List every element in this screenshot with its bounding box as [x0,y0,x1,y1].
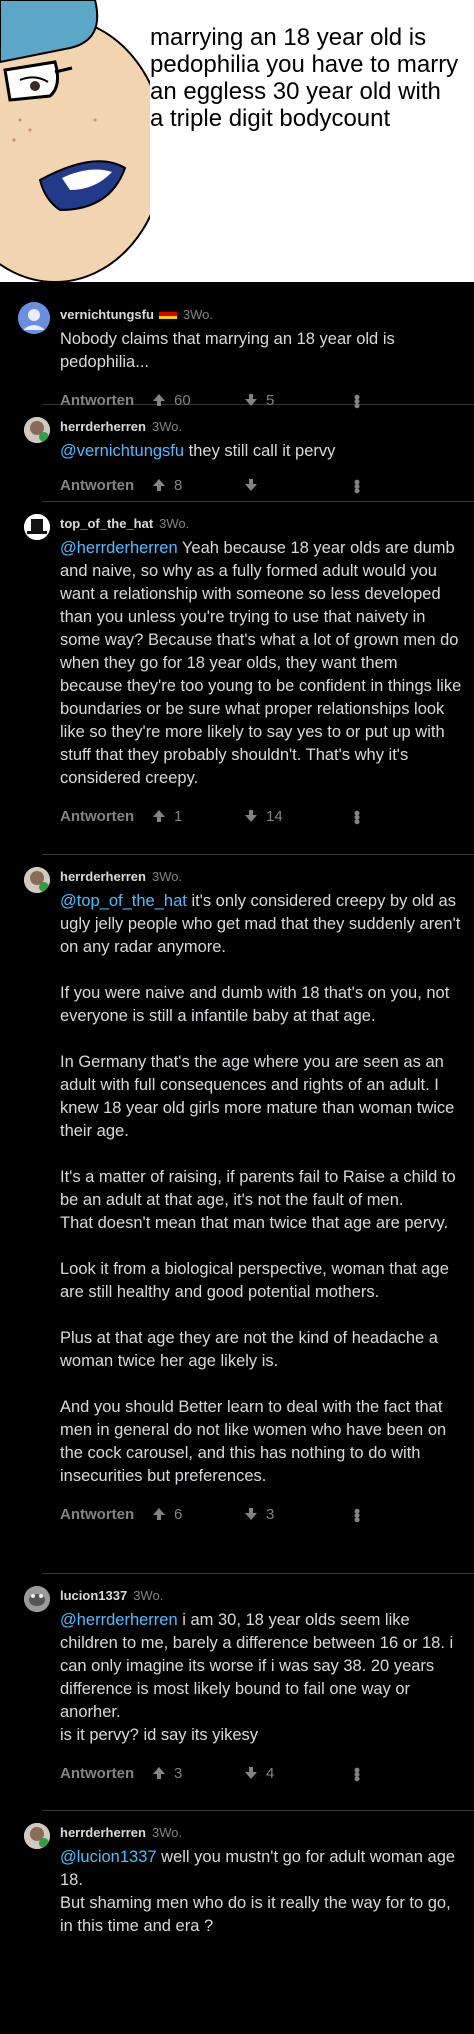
reply-button[interactable]: Antworten [60,1765,152,1782]
downvote-button[interactable]: 4 [244,1765,336,1782]
username[interactable]: herrderherren [60,869,146,884]
upvote-button[interactable]: 3 [152,1765,244,1782]
avatar[interactable] [24,417,50,443]
reply-button[interactable]: Antworten [60,477,152,494]
username[interactable]: lucion1337 [60,1588,127,1603]
timestamp: 3Wo. [151,418,183,434]
downvote-count: 14 [266,807,283,825]
comment-text: i am 30, 18 year olds seem like children… [60,1611,454,1744]
comment: lucion1337 3Wo. @herrderherren i am 30, … [0,1574,474,1810]
more-options-icon[interactable]: ••• [346,1508,367,1521]
comment-text: it's only considered creepy by old as ug… [60,892,461,1485]
wojak-face-illustration [0,0,150,282]
arrow-down-icon [245,810,257,822]
upvote-count: 6 [174,1505,183,1523]
avatar[interactable] [24,514,50,540]
more-options-icon[interactable]: ••• [346,1767,367,1780]
more-options-icon[interactable]: ••• [346,479,367,492]
arrow-up-icon [153,810,165,822]
default-avatar-icon [18,302,50,334]
reply-button[interactable]: Antworten [60,1506,152,1523]
comment: herrderherren 3Wo. @top_of_the_hat it's … [0,855,474,1573]
downvote-button[interactable]: 14 [244,808,336,825]
comment-body: @herrderherren i am 30, 18 year olds see… [60,1609,462,1747]
upvote-count: 3 [174,1764,183,1782]
more-options-icon[interactable]: ••• [346,810,367,823]
timestamp: 3Wo. [182,306,214,322]
downvote-count: 3 [266,1505,275,1523]
comment: herrderherren 3Wo. @vernichtungsfu they … [0,405,474,501]
comment-body: @vernichtungsfu they still call it pervy [60,440,462,463]
arrow-up-icon [153,1767,165,1779]
comment-actions: Antworten 6 3 ••• [60,1494,462,1534]
downvote-button[interactable]: 3 [244,1506,336,1523]
comment-meta: lucion1337 3Wo. [60,1583,462,1607]
comment-body: Nobody claims that marrying an 18 year o… [60,328,462,374]
top-hat-icon [24,514,50,540]
upvote-count: 1 [174,807,183,825]
drawn-avatar-icon [24,867,50,893]
comment-body: @top_of_the_hat it's only considered cre… [60,890,462,1488]
reply-button[interactable]: Antworten [60,808,152,825]
username[interactable]: vernichtungsfu [60,307,154,322]
arrow-up-icon [153,1508,165,1520]
user-mention-link[interactable]: @herrderherren [60,1611,178,1629]
comment-body: @lucion1337 well you mustn't go for adul… [60,1846,462,1938]
comment-actions: Antworten 3 4 ••• [60,1753,462,1793]
downvote-button[interactable] [244,478,336,492]
downvote-count: 4 [266,1764,275,1782]
timestamp: 3Wo. [133,1587,164,1603]
upvote-button[interactable]: 1 [152,808,244,825]
comment: top_of_the_hat 3Wo. @herrderherren Yeah … [0,502,474,854]
upvote-button[interactable]: 8 [152,477,244,494]
comment-meta: herrderherren 3Wo. [60,1820,462,1844]
drawn-avatar-icon [24,1823,50,1849]
photo-avatar-icon [24,1586,50,1612]
comment-meta: vernichtungsfu 3Wo. [60,302,462,326]
timestamp: 3Wo. [151,1824,183,1840]
timestamp: 3Wo. [151,868,183,884]
comment-meta: herrderherren 3Wo. [60,414,462,438]
arrow-down-icon [245,1508,257,1520]
comment-text: they still call it pervy [184,442,336,460]
comment-text: Nobody claims that marrying an 18 year o… [60,330,400,371]
timestamp: 3Wo. [159,515,190,531]
comment-meta: herrderherren 3Wo. [60,864,462,888]
user-mention-link[interactable]: @vernichtungsfu [60,442,184,460]
upvote-count: 8 [174,476,183,494]
comment-actions: Antworten 8 ••• [60,465,462,505]
user-mention-link[interactable]: @top_of_the_hat [60,892,187,910]
meme-image: marrying an 18 year old is pedophilia yo… [0,0,474,282]
arrow-down-icon [245,1767,257,1779]
comment: vernichtungsfu 3Wo. Nobody claims that m… [0,282,474,409]
username[interactable]: herrderherren [60,1825,146,1840]
user-mention-link[interactable]: @lucion1337 [60,1848,157,1866]
arrow-up-icon [153,479,165,491]
username[interactable]: herrderherren [60,419,146,434]
comment-meta: top_of_the_hat 3Wo. [60,511,462,535]
comment-text: Yeah because 18 year olds are dumb and n… [60,539,466,787]
arrow-down-icon [245,479,257,491]
avatar[interactable] [18,302,50,334]
upvote-button[interactable]: 6 [152,1506,244,1523]
meme-caption: marrying an 18 year old is pedophilia yo… [150,24,459,132]
germany-flag-icon [158,308,177,320]
comment-actions: Antworten 1 14 ••• [60,796,462,836]
username[interactable]: top_of_the_hat [60,516,153,531]
avatar[interactable] [24,1586,50,1612]
drawn-avatar-icon [24,417,50,443]
comment-thread: vernichtungsfu 3Wo. Nobody claims that m… [0,282,474,1971]
comment-body: @herrderherren Yeah because 18 year olds… [60,537,462,790]
user-mention-link[interactable]: @herrderherren [60,539,178,557]
comment: herrderherren 3Wo. @lucion1337 well you … [0,1811,474,1971]
avatar[interactable] [24,1823,50,1849]
avatar[interactable] [24,867,50,893]
